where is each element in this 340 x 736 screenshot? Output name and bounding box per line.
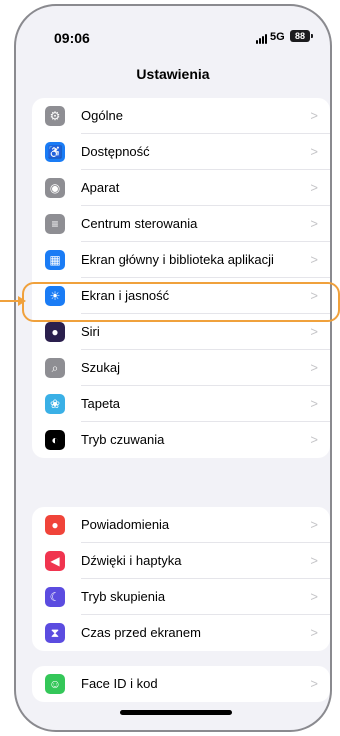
chevron-right-icon: >	[310, 216, 318, 231]
settings-row-tapeta[interactable]: ❀ Tapeta >	[32, 386, 330, 422]
chevron-right-icon: >	[310, 180, 318, 195]
chevron-right-icon: >	[310, 625, 318, 640]
home-indicator	[120, 710, 232, 715]
status-bar: 09:06 5G 88	[16, 6, 330, 50]
signal-icon	[256, 33, 267, 44]
highlight-outline	[22, 282, 340, 322]
siri-icon: ●	[45, 322, 65, 342]
chevron-right-icon: >	[310, 252, 318, 267]
settings-row-label: Ekran główny i biblioteka aplikacji	[81, 252, 274, 267]
control-center-icon: ≡	[45, 214, 65, 234]
standby-icon: ◐	[45, 430, 65, 450]
phone-frame: 09:06 5G 88 Ustawienia ⚙ Ogólne > ♿ Dostępno…	[14, 4, 332, 732]
settings-row-face-id-i-kod[interactable]: ☺ Face ID i kod >	[32, 666, 330, 702]
settings-row-powiadomienia[interactable]: ● Powiadomienia >	[32, 507, 330, 543]
settings-row-label: Dostępność	[81, 144, 150, 159]
settings-row-label: Szukaj	[81, 360, 121, 375]
gear-icon: ⚙	[45, 106, 65, 126]
settings-row-centrum-sterowania[interactable]: ≡ Centrum sterowania >	[32, 206, 330, 242]
settings-row-tryb-czuwania[interactable]: ◐ Tryb czuwania >	[32, 422, 330, 458]
settings-row-dzwieki-i-haptyka[interactable]: ◀ Dźwięki i haptyka >	[32, 543, 330, 579]
page-title: Ustawienia	[136, 66, 210, 82]
notifications-icon: ●	[45, 515, 65, 535]
face-id-icon: ☺	[45, 674, 65, 694]
sound-icon: ◀	[45, 551, 65, 571]
network-type: 5G	[270, 31, 285, 43]
chevron-right-icon: >	[310, 517, 318, 532]
battery-icon: 88	[290, 30, 313, 42]
chevron-right-icon: >	[310, 432, 318, 447]
screen-time-icon: ⧗	[45, 623, 65, 643]
settings-row-label: Aparat	[81, 180, 120, 195]
search-icon: ⌕	[45, 358, 65, 378]
chevron-right-icon: >	[310, 396, 318, 411]
settings-row-label: Centrum sterowania	[81, 216, 198, 231]
chevron-right-icon: >	[310, 360, 318, 375]
camera-icon: ◉	[45, 178, 65, 198]
settings-row-label: Face ID i kod	[81, 676, 158, 691]
settings-group-notifications: ● Powiadomienia > ◀ Dźwięki i haptyka > ☾ Tryb …	[32, 507, 330, 651]
settings-group-general: ⚙ Ogólne > ♿ Dostępność > ◉ Aparat > ≡ Centrum ste…	[32, 98, 330, 458]
focus-moon-icon: ☾	[45, 587, 65, 607]
wallpaper-icon: ❀	[45, 394, 65, 414]
settings-row-label: Tryb skupienia	[81, 589, 166, 604]
accessibility-icon: ♿	[45, 142, 65, 162]
chevron-right-icon: >	[310, 324, 318, 339]
arrow-pointer-icon	[0, 296, 26, 306]
settings-row-dostepnosc[interactable]: ♿ Dostępność >	[32, 134, 330, 170]
settings-row-label: Tapeta	[81, 396, 121, 411]
settings-row-aparat[interactable]: ◉ Aparat >	[32, 170, 330, 206]
chevron-right-icon: >	[310, 553, 318, 568]
settings-row-label: Tryb czuwania	[81, 432, 165, 447]
settings-row-ogolne[interactable]: ⚙ Ogólne >	[32, 98, 330, 134]
chevron-right-icon: >	[310, 108, 318, 123]
settings-row-szukaj[interactable]: ⌕ Szukaj >	[32, 350, 330, 386]
chevron-right-icon: >	[310, 144, 318, 159]
settings-row-czas-przed-ekranem[interactable]: ⧗ Czas przed ekranem >	[32, 615, 330, 651]
settings-row-ekran-glowny-i-biblioteka-aplikacji[interactable]: ▦ Ekran główny i biblioteka aplikacji >	[32, 242, 330, 278]
settings-row-label: Siri	[81, 324, 100, 339]
settings-row-label: Ogólne	[81, 108, 123, 123]
home-screen-icon: ▦	[45, 250, 65, 270]
status-time: 09:06	[54, 30, 90, 46]
settings-row-label: Powiadomienia	[81, 517, 170, 532]
chevron-right-icon: >	[310, 589, 318, 604]
settings-row-tryb-skupienia[interactable]: ☾ Tryb skupienia >	[32, 579, 330, 615]
settings-row-label: Dźwięki i haptyka	[81, 553, 182, 568]
chevron-right-icon: >	[310, 676, 318, 691]
settings-row-label: Czas przed ekranem	[81, 625, 201, 640]
settings-group-security: ☺ Face ID i kod >	[32, 666, 330, 702]
